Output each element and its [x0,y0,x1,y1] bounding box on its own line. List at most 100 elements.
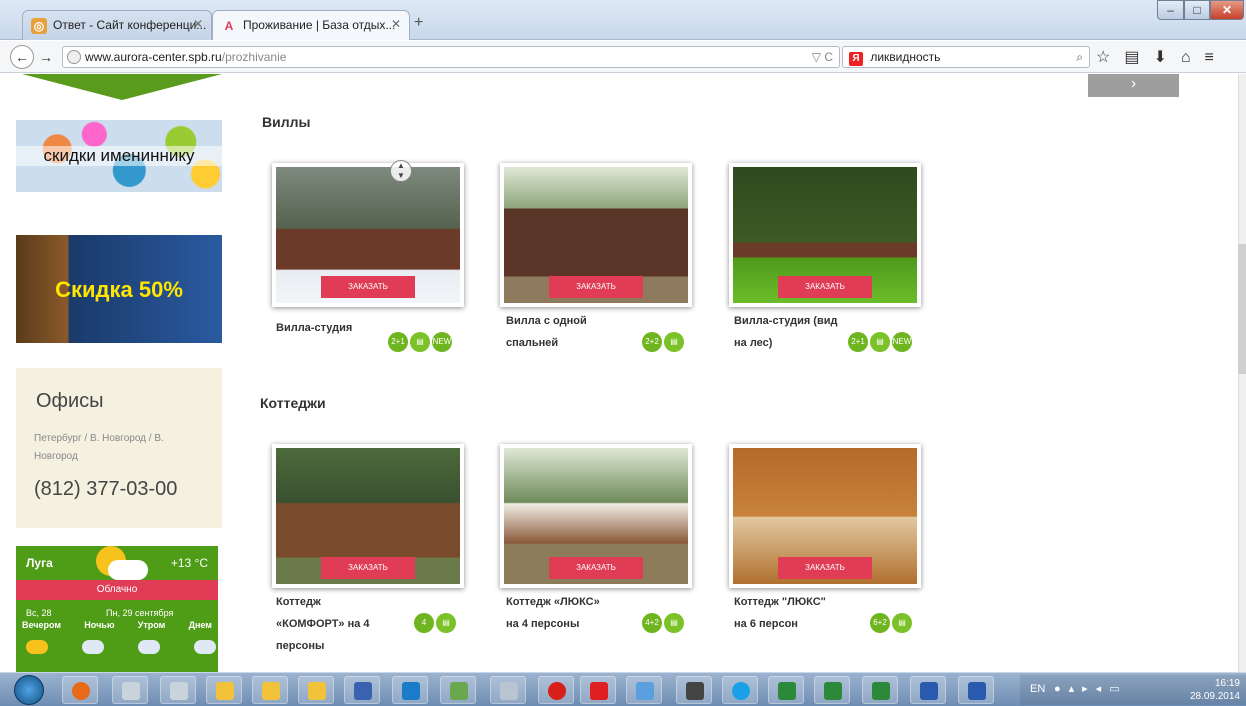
item-name[interactable]: Вилла с одной спальней [506,310,587,354]
scroll-handle-icon[interactable]: ▲ ▼ [390,160,412,182]
scrollbar-thumb[interactable] [1238,244,1246,374]
folder-taskbar-button[interactable] [298,676,334,704]
search-icon[interactable]: ⌕ [1076,47,1083,67]
skype-taskbar-button[interactable] [722,676,758,704]
yandex-taskbar-button[interactable] [580,676,616,704]
cloud-icon [108,560,148,580]
item-badges: 2+1 ▤ NEW [848,332,912,352]
folder-icon [308,682,326,700]
cottage-card[interactable]: ЗАКАЗАТЬ [729,444,921,588]
menu-icon: ▤ [892,613,912,633]
clock[interactable]: 16:19 28.09.2014 [1190,677,1240,703]
reload-icon[interactable]: ▽ C [812,47,833,67]
office-cities[interactable]: Петербург / В. Новгород / В. Новгород [34,430,210,466]
item-name[interactable]: Коттедж «ЛЮКС» на 4 персоны [506,591,600,635]
word-taskbar-button[interactable] [958,676,994,704]
drive-icon [122,682,140,700]
villa-card[interactable]: ЗАКАЗАТЬ [500,163,692,307]
tab-accommodation[interactable]: A Проживание | База отдых... ✕ [212,10,410,40]
minimize-button[interactable]: – [1157,0,1184,20]
discount-50-banner[interactable]: Скидка 50% [16,235,222,343]
new-tab-button[interactable]: + [414,14,423,32]
item-name[interactable]: Коттедж «КОМФОРТ» на 4 персоны [276,591,370,657]
forward-button[interactable]: → [39,49,53,65]
item-name[interactable]: Вилла-студия [276,317,352,339]
close-tab-icon[interactable]: ✕ [193,17,203,31]
order-button[interactable]: ЗАКАЗАТЬ [549,557,643,579]
order-button[interactable]: ЗАКАЗАТЬ [778,276,872,298]
item-name-line: Коттедж «ЛЮКС» [506,596,600,608]
cottage-card[interactable]: ЗАКАЗАТЬ [500,444,692,588]
search-field[interactable]: Я ликвидность ⌕ [842,46,1090,68]
weather-day-2: Пн, 29 сентября [106,608,174,618]
yandex-icon [590,682,608,700]
menu-icon: ▤ [664,613,684,633]
app-taskbar-button[interactable] [112,676,148,704]
word-taskbar-button[interactable] [910,676,946,704]
offices-block: Офисы Петербург / В. Новгород / В. Новго… [16,368,222,528]
weather-part: Днем [188,620,212,630]
menu-icon: ▤ [410,332,430,352]
capacity-badge: 4+2 [642,613,662,633]
section-title-villas: Виллы [262,114,311,130]
app-taskbar-button[interactable] [676,676,712,704]
address-bar[interactable]: www.aurora-center.spb.ru/prozhivanie ▽ C [62,46,840,68]
order-button[interactable]: ЗАКАЗАТЬ [321,557,415,579]
clock-date: 28.09.2014 [1189,691,1240,702]
villa-photo: ЗАКАЗАТЬ [276,167,460,303]
app-taskbar-button[interactable] [344,676,380,704]
excel-taskbar-button[interactable] [768,676,804,704]
start-button[interactable] [14,675,44,705]
order-button[interactable]: ЗАКАЗАТЬ [321,276,415,298]
firefox-taskbar-button[interactable] [62,676,98,704]
close-tab-icon[interactable]: ✕ [391,17,401,31]
weather-widget: Луга +13 °C Облачно Вс, 28 Пн, 29 сентяб… [16,546,218,672]
cottage-card[interactable]: ЗАКАЗАТЬ [272,444,464,588]
next-slide-button[interactable]: › [1088,74,1179,97]
tray-icons[interactable]: ●▴▸◂▭ [1054,682,1128,695]
app-taskbar-button[interactable] [392,676,428,704]
toolbar-icons[interactable]: ☆▤⬇⌂≡ [1096,47,1228,67]
capacity-badge: 2+1 [388,332,408,352]
banner-text: скидки имениннику [16,146,222,166]
villa-photo: ЗАКАЗАТЬ [733,167,917,303]
item-name[interactable]: Коттедж "ЛЮКС" на 6 персон [734,591,826,635]
app-taskbar-button[interactable] [626,676,662,704]
opera-taskbar-button[interactable] [538,676,574,704]
skype-icon [732,682,750,700]
back-button[interactable]: ← [10,45,34,69]
villa-card[interactable]: ЗАКАЗАТЬ [729,163,921,307]
app-taskbar-button[interactable] [160,676,196,704]
language-indicator[interactable]: EN [1030,683,1045,695]
section-title-cottages: Коттеджи [260,395,326,411]
capacity-badge: 2+2 [642,332,662,352]
menu-icon: ▤ [436,613,456,633]
order-button[interactable]: ЗАКАЗАТЬ [778,557,872,579]
item-badges: 4+2 ▤ [642,613,684,633]
close-window-button[interactable]: ✕ [1210,0,1244,20]
item-badges: 4 ▤ [414,613,456,633]
folder-taskbar-button[interactable] [206,676,242,704]
drive-icon [170,682,188,700]
item-name[interactable]: Вилла-студия (вид на лес) [734,310,837,354]
new-badge: NEW [892,332,912,352]
excel-taskbar-button[interactable] [814,676,850,704]
maximize-button[interactable]: □ [1184,0,1210,20]
order-button[interactable]: ЗАКАЗАТЬ [549,276,643,298]
tab-answer[interactable]: ◎ Ответ - Сайт конференци... ✕ [22,10,212,40]
item-badges: 6+2 ▤ [870,613,912,633]
page-scrollbar[interactable] [1238,74,1246,672]
weather-part: Ночью [84,620,115,630]
folder-taskbar-button[interactable] [252,676,288,704]
new-badge: NEW [432,332,452,352]
search-text: ликвидность [870,50,941,64]
firefox-icon [72,682,90,700]
excel-taskbar-button[interactable] [862,676,898,704]
browser-tab-bar: ◎ Ответ - Сайт конференци... ✕ A Прожива… [0,0,1246,40]
app-taskbar-button[interactable] [490,676,526,704]
birthday-discount-banner[interactable]: скидки имениннику [16,120,222,192]
villa-card[interactable]: ЗАКАЗАТЬ [272,163,464,307]
app-taskbar-button[interactable] [440,676,476,704]
calculator-icon [500,682,518,700]
weather-parts: Вечером Ночью Утром Днем [22,620,218,630]
